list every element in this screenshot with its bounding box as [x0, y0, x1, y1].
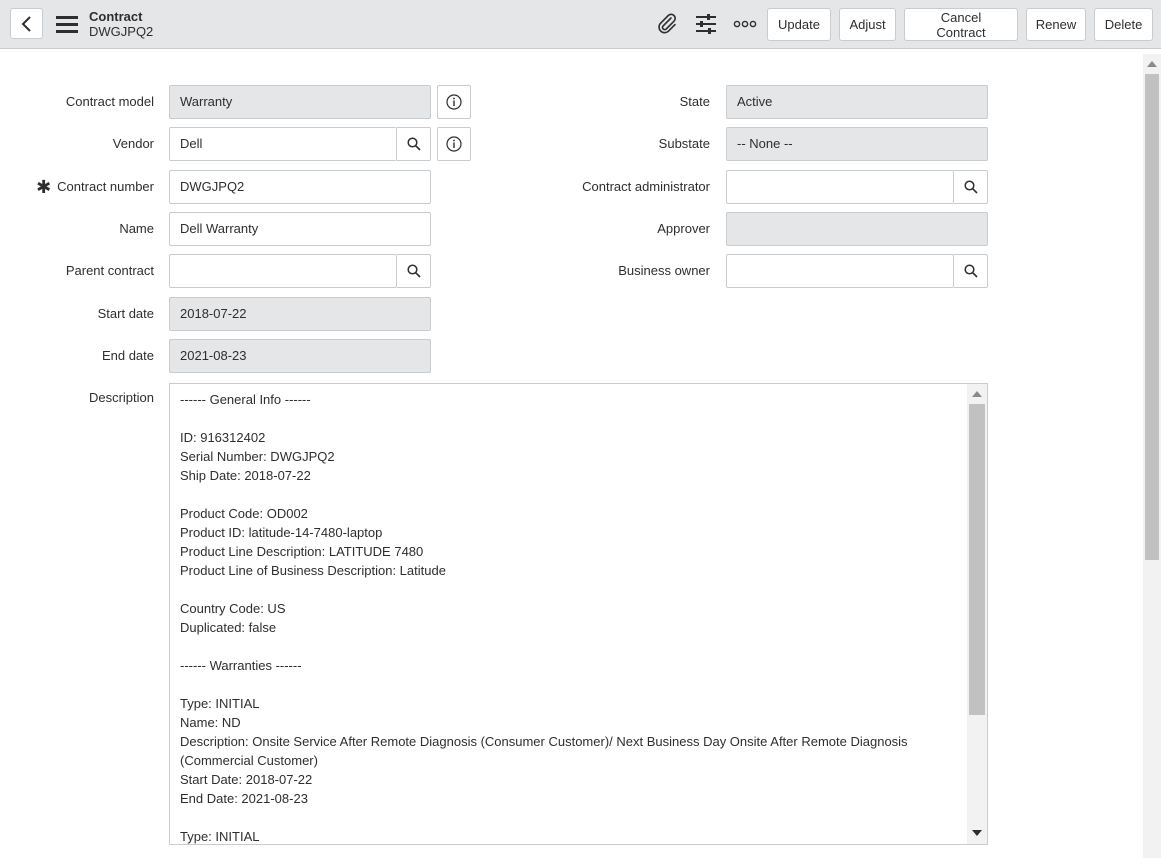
contract-administrator-label: Contract administrator — [582, 179, 710, 194]
cancel-contract-button[interactable]: Cancel Contract — [904, 8, 1018, 41]
start-date-label: Start date — [97, 306, 154, 321]
approver-field[interactable] — [726, 212, 988, 246]
personalize-button[interactable] — [694, 12, 718, 36]
vendor-lookup-button[interactable] — [397, 127, 431, 161]
search-icon — [963, 264, 978, 278]
state-label: State — [679, 94, 710, 109]
vendor-label: Vendor — [112, 136, 154, 151]
paperclip-icon — [658, 13, 676, 34]
business-owner-lookup-button[interactable] — [954, 254, 988, 288]
update-button[interactable]: Update — [767, 8, 831, 41]
hamburger-menu-button[interactable] — [56, 14, 78, 34]
form-title: Contract — [89, 9, 143, 24]
page-scrollbar[interactable] — [1143, 54, 1161, 858]
vendor-info-button[interactable] — [437, 127, 471, 161]
business-owner-label: Business owner — [618, 263, 710, 278]
name-field[interactable]: Dell Warranty — [169, 212, 431, 246]
description-label: Description — [88, 390, 154, 405]
contract-model-label: Contract model — [65, 94, 154, 109]
contract-administrator-lookup-button[interactable] — [954, 170, 988, 204]
start-date-field[interactable]: 2018-07-22 — [169, 297, 431, 331]
end-date-field[interactable]: 2021-08-23 — [169, 339, 431, 373]
contract-number-field[interactable]: DWGJPQ2 — [169, 170, 431, 204]
substate-field[interactable]: -- None -- — [726, 127, 988, 161]
contract-administrator-field[interactable] — [726, 170, 954, 204]
approver-label: Approver — [657, 221, 710, 236]
page-scrollbar-thumb[interactable] — [1145, 74, 1159, 560]
adjust-button[interactable]: Adjust — [839, 8, 896, 41]
description-scrollbar[interactable] — [967, 384, 987, 844]
state-field[interactable]: Active — [726, 85, 988, 119]
description-scrollbar-thumb[interactable] — [969, 404, 985, 715]
end-date-label: End date — [101, 348, 154, 363]
search-icon — [406, 264, 421, 278]
back-icon — [21, 15, 31, 32]
name-label: Name — [119, 221, 154, 236]
more-options-icon — [733, 20, 757, 28]
contract-model-field[interactable]: Warranty — [169, 85, 431, 119]
sliders-icon — [696, 14, 716, 34]
search-icon — [963, 180, 978, 194]
parent-contract-lookup-button[interactable] — [397, 254, 431, 288]
scroll-down-arrow-icon[interactable] — [972, 830, 982, 836]
required-indicator: ✱ — [36, 177, 52, 197]
renew-button[interactable]: Renew — [1026, 8, 1086, 41]
business-owner-field[interactable] — [726, 254, 954, 288]
hamburger-menu-icon — [56, 16, 78, 33]
search-icon — [406, 137, 421, 151]
delete-button[interactable]: Delete — [1094, 8, 1153, 41]
info-icon — [446, 94, 462, 110]
more-options-button[interactable] — [733, 12, 757, 36]
page-scroll-up-arrow-icon[interactable] — [1147, 61, 1157, 67]
form-title-block: Contract DWGJPQ2 — [89, 9, 153, 39]
attachment-button[interactable] — [655, 12, 679, 36]
back-button[interactable] — [10, 8, 43, 39]
parent-contract-field[interactable] — [169, 254, 397, 288]
contract-model-info-button[interactable] — [437, 85, 471, 119]
vendor-field[interactable]: Dell — [169, 127, 397, 161]
form-subtitle: DWGJPQ2 — [89, 24, 154, 39]
parent-contract-label: Parent contract — [65, 263, 154, 278]
form-header: Contract DWGJPQ2 Update Adjust Cancel Co… — [0, 0, 1161, 49]
info-icon — [446, 136, 462, 152]
contract-number-label-text: Contract number — [57, 179, 154, 194]
substate-label: Substate — [658, 136, 710, 151]
description-text: ------ General Info ------ ID: 916312402… — [180, 392, 908, 844]
description-textarea[interactable]: ------ General Info ------ ID: 916312402… — [169, 383, 988, 845]
scroll-up-arrow-icon[interactable] — [972, 391, 982, 397]
contract-number-label: ✱ Contract number — [0, 170, 154, 204]
